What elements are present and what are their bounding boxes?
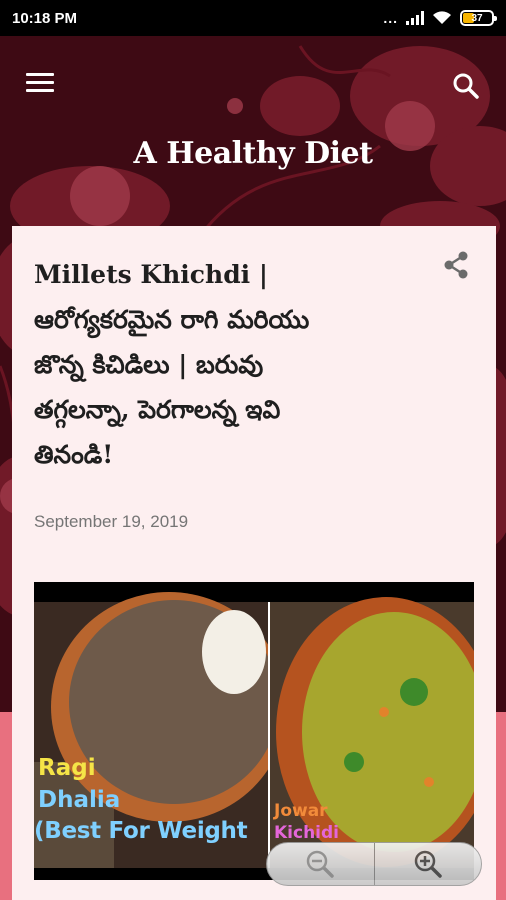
status-icons: ... 37 — [383, 10, 497, 26]
zoom-in-icon — [414, 850, 442, 878]
zoom-out-button[interactable] — [267, 843, 374, 885]
post-thumbnail[interactable]: Ragi Dhalia (Best For Weight Jowar Kichi… — [34, 582, 474, 880]
post-title[interactable]: Millets Khichdi | ఆరోగ్యకరమైన రాగి మరియు… — [34, 252, 424, 477]
thumbnail-label-best-for-weight: (Best For Weight — [34, 818, 248, 844]
battery-icon: 37 — [460, 10, 497, 26]
status-time: 10:18 PM — [12, 9, 78, 27]
battery-level: 37 — [471, 12, 483, 24]
status-bar: 10:18 PM ... 37 — [0, 0, 506, 36]
site-title[interactable]: A Healthy Diet — [0, 136, 506, 171]
post-title-line: Millets Khichdi | — [34, 260, 268, 289]
zoom-out-icon — [307, 850, 334, 878]
wifi-icon — [433, 11, 451, 24]
post-title-line: ఆరోగ్యకరమైన రాగి మరియు — [34, 305, 310, 334]
thumbnail-label-dhalia: Dhalia — [38, 787, 121, 813]
zoom-in-button[interactable] — [375, 843, 482, 885]
post-title-line: తగ్గలన్నా, పెరగాలన్న ఇవి — [34, 395, 281, 424]
post-date: September 19, 2019 — [34, 512, 189, 531]
thumbnail-label-jowar: Jowar — [274, 801, 328, 821]
signal-icon — [406, 11, 424, 25]
post-card: Millets Khichdi | ఆరోగ్యకరమైన రాగి మరియు… — [12, 226, 496, 900]
post-title-line: తినండి! — [34, 440, 114, 469]
zoom-controls — [266, 842, 482, 886]
thumbnail-label-ragi: Ragi — [38, 755, 96, 781]
share-icon[interactable] — [442, 250, 470, 280]
post-title-line: జొన్న కిచిడిలు | బరువు — [34, 350, 264, 379]
thumbnail-label-kichidi: Kichidi — [274, 823, 340, 843]
notification-dots: ... — [383, 10, 398, 26]
search-icon[interactable] — [452, 72, 480, 100]
hamburger-menu-icon[interactable] — [26, 73, 54, 93]
